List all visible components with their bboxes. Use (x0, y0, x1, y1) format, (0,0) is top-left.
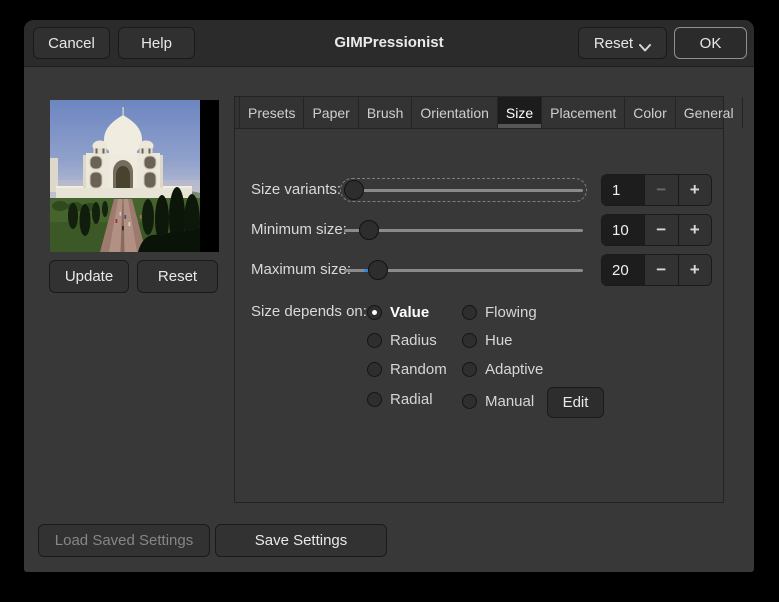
radio-label: Radial (390, 391, 433, 408)
load-saved-settings-button[interactable]: Load Saved Settings (38, 524, 210, 557)
taj-mahal-photo (50, 100, 200, 252)
tab-orientation[interactable]: Orientation (412, 97, 497, 128)
radio-label: Radius (390, 332, 437, 349)
minus-button[interactable]: − (644, 175, 678, 205)
radio-label: Adaptive (485, 361, 543, 378)
radio-value[interactable]: Value (367, 302, 429, 322)
radio-radius[interactable]: Radius (367, 330, 437, 350)
radio-random[interactable]: Random (367, 359, 447, 379)
radio-adaptive[interactable]: Adaptive (462, 359, 543, 379)
plus-button[interactable]: + (678, 175, 712, 205)
maximum-size-spinbox: 20 − + (601, 254, 712, 286)
radio-icon (367, 305, 382, 320)
radio-icon (367, 392, 382, 407)
radio-icon (367, 333, 382, 348)
reset-menu-label: Reset (594, 35, 633, 52)
tab-presets[interactable]: Presets (239, 97, 304, 128)
preview-reset-button[interactable]: Reset (137, 260, 218, 293)
radio-icon (367, 362, 382, 377)
minus-button[interactable]: − (644, 215, 678, 245)
plus-button[interactable]: + (678, 255, 712, 285)
radio-radial[interactable]: Radial (367, 389, 433, 409)
update-button[interactable]: Update (49, 260, 129, 293)
headerbar: Cancel Help GIMPressionist Reset OK (24, 20, 754, 67)
tab-size[interactable]: Size (498, 97, 542, 128)
reset-menu-button[interactable]: Reset (578, 27, 667, 59)
slider-handle[interactable] (368, 260, 388, 280)
tab-paper[interactable]: Paper (304, 97, 358, 128)
minimum-size-slider[interactable] (342, 214, 585, 246)
tab-brush[interactable]: Brush (359, 97, 413, 128)
radio-icon (462, 362, 477, 377)
radio-label: Flowing (485, 304, 537, 321)
minus-button[interactable]: − (644, 255, 678, 285)
ok-button[interactable]: OK (674, 27, 747, 59)
size-tab-panel: Size variants: 1 − + Minimum size: (235, 129, 723, 503)
size-variants-spinbox: 1 − + (601, 174, 712, 206)
chevron-down-icon (639, 39, 651, 47)
save-settings-button[interactable]: Save Settings (215, 524, 387, 557)
minimum-size-spinbox: 10 − + (601, 214, 712, 246)
tab-general[interactable]: General (676, 97, 743, 128)
tab-placement[interactable]: Placement (542, 97, 625, 128)
minimum-size-value[interactable]: 10 (602, 215, 644, 245)
settings-notebook: Presets Paper Brush Orientation Size Pla… (234, 96, 724, 503)
slider-track[interactable] (344, 229, 583, 232)
size-variants-slider[interactable] (342, 174, 585, 206)
gimpressionist-dialog: Cancel Help GIMPressionist Reset OK (24, 20, 754, 572)
tab-color[interactable]: Color (625, 97, 675, 128)
slider-track[interactable] (344, 189, 583, 192)
radio-label: Manual (485, 393, 534, 410)
radio-label: Hue (485, 332, 513, 349)
minimum-size-label: Minimum size: (251, 214, 347, 246)
screen: Cancel Help GIMPressionist Reset OK (0, 0, 779, 602)
size-variants-label: Size variants: (251, 174, 341, 206)
radio-icon (462, 305, 477, 320)
radio-hue[interactable]: Hue (462, 330, 513, 350)
preview-image[interactable] (50, 100, 219, 252)
size-variants-value[interactable]: 1 (602, 175, 644, 205)
maximum-size-value[interactable]: 20 (602, 255, 644, 285)
slider-handle[interactable] (359, 220, 379, 240)
maximum-size-slider[interactable] (342, 254, 585, 286)
slider-handle[interactable] (344, 180, 364, 200)
radio-flowing[interactable]: Flowing (462, 302, 537, 322)
radio-manual[interactable]: Manual (462, 391, 534, 411)
plus-button[interactable]: + (678, 215, 712, 245)
tab-bar: Presets Paper Brush Orientation Size Pla… (235, 97, 723, 129)
radio-label: Value (390, 304, 429, 321)
maximum-size-label: Maximum size: (251, 254, 351, 286)
radio-icon (462, 333, 477, 348)
edit-button[interactable]: Edit (547, 387, 604, 418)
radio-label: Random (390, 361, 447, 378)
radio-icon (462, 394, 477, 409)
size-depends-label: Size depends on: (251, 296, 367, 328)
